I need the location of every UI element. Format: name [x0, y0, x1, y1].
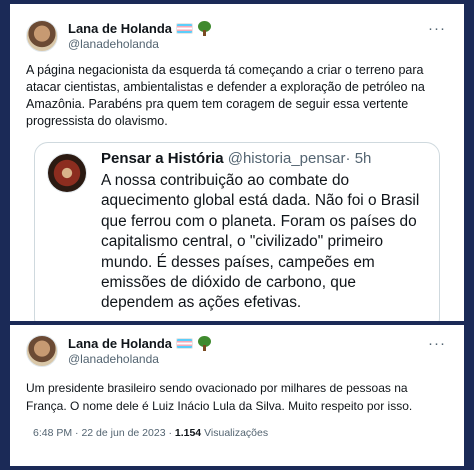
quoted-header[interactable]: Pensar a História @historia_pensar· 5h [101, 150, 371, 167]
avatar[interactable] [26, 335, 58, 367]
more-options-icon[interactable]: ··· [428, 21, 446, 36]
more-options-icon[interactable]: ··· [428, 336, 446, 351]
tweet-card-1[interactable]: Lana de Holanda @lanadeholanda ··· A pág… [10, 4, 464, 321]
transgender-flag-icon [176, 23, 194, 34]
tree-icon [197, 336, 212, 351]
author-name-row[interactable]: Lana de Holanda [68, 336, 212, 351]
views-label: Visualizações [204, 427, 269, 439]
author-handle[interactable]: @lanadeholanda [68, 37, 159, 51]
tree-icon [197, 21, 212, 36]
quoted-author-name[interactable]: Pensar a História [101, 150, 224, 167]
tweet-time[interactable]: 6:48 PM [33, 427, 72, 439]
views-count: 1.154 [174, 427, 202, 439]
tweet-text: A página negacionista da esquerda tá com… [26, 63, 425, 128]
author-name[interactable]: Lana de Holanda [68, 21, 172, 36]
author-name[interactable]: Lana de Holanda [68, 336, 172, 351]
quoted-avatar[interactable] [47, 153, 87, 193]
quoted-author-handle[interactable]: @historia_pensar [228, 150, 346, 167]
transgender-flag-icon [176, 338, 194, 349]
author-name-row[interactable]: Lana de Holanda [68, 21, 212, 36]
avatar[interactable] [26, 20, 58, 52]
quoted-tweet-text: A nossa contribuição ao combate do aquec… [101, 172, 420, 312]
quoted-tweet[interactable]: Pensar a História @historia_pensar· 5h A… [34, 142, 440, 321]
tweet-text: Um presidente brasileiro sendo ovacionad… [26, 381, 413, 413]
tweet-date[interactable]: 22 de jun de 2023 [81, 427, 165, 439]
tweet-card-2[interactable]: Lana de Holanda @lanadeholanda ··· Um pr… [10, 325, 464, 466]
quoted-timestamp[interactable]: · 5h [346, 150, 372, 167]
tweet-meta: 6:48 PM · 22 de jun de 2023 · 1.154 Visu… [33, 427, 269, 439]
author-handle[interactable]: @lanadeholanda [68, 352, 159, 366]
